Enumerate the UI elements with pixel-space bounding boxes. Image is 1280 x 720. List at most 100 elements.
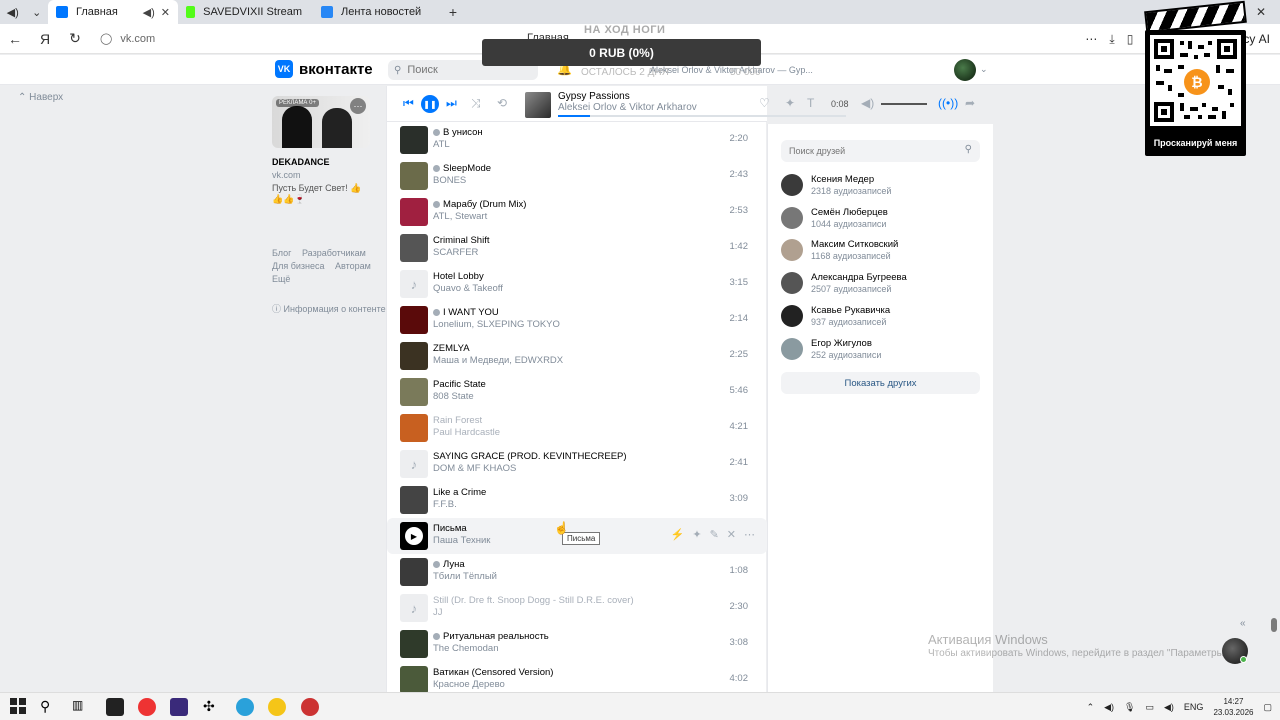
track-artist[interactable]: 808 State xyxy=(433,391,474,402)
recorder-app-icon[interactable] xyxy=(301,698,319,716)
track-row[interactable]: ♪ Hotel Lobby Quavo & Takeoff 3:15 xyxy=(387,266,767,302)
track-cover[interactable] xyxy=(400,126,428,154)
more-icon[interactable]: ⋯ xyxy=(744,528,755,541)
track-title[interactable]: Pacific State xyxy=(433,379,486,390)
task-view-icon[interactable]: ▥ xyxy=(72,698,90,716)
yandex-icon[interactable]: Я xyxy=(30,31,60,47)
friend-avatar[interactable] xyxy=(781,206,803,229)
track-play-button[interactable]: ▶ xyxy=(400,522,428,550)
footer-link-more[interactable]: Ещё xyxy=(272,274,290,284)
track-cover[interactable] xyxy=(400,486,428,514)
chevron-up-icon[interactable]: ⌃ xyxy=(1087,702,1095,713)
friend-name[interactable]: Егор Жигулов xyxy=(811,338,872,349)
track-artist[interactable]: F.F.B. xyxy=(433,499,457,510)
footer-link-developers[interactable]: Разработчикам xyxy=(302,248,366,258)
new-tab-button[interactable]: + xyxy=(443,4,463,20)
clock[interactable]: 14:27 23.03.2026 xyxy=(1213,696,1253,718)
track-title[interactable]: Луна xyxy=(433,559,465,570)
track-row[interactable]: SleepMode BONES 2:43 xyxy=(387,158,767,194)
download-icon[interactable]: ⤓ xyxy=(1109,32,1114,47)
track-artist[interactable]: Маша и Медведи, EDWXRDX xyxy=(433,355,563,366)
track-row[interactable]: ♪ Still (Dr. Dre ft. Snoop Dogg - Still D… xyxy=(387,590,767,626)
site-info-icon[interactable]: ◯ xyxy=(100,32,112,45)
volume-icon[interactable]: ◀) xyxy=(861,96,874,110)
tab-audio-controls[interactable]: ◀) ⌄ xyxy=(0,0,48,24)
track-artist[interactable]: ATL xyxy=(433,139,450,150)
footer-link-authors[interactable]: Авторам xyxy=(335,261,371,271)
friend-avatar[interactable] xyxy=(781,272,803,295)
playback-progress[interactable] xyxy=(558,115,846,117)
now-playing-artist[interactable]: Aleksei Orlov & Viktor Arkharov xyxy=(558,102,697,113)
yandex-browser-icon[interactable] xyxy=(138,698,156,716)
track-artist[interactable]: Тбили Тёплый xyxy=(433,571,497,582)
track-artist[interactable]: BONES xyxy=(433,175,466,186)
track-cover[interactable] xyxy=(400,198,428,226)
track-title[interactable]: Ватикан (Censored Version) xyxy=(433,667,553,678)
previous-track-icon[interactable]: ⏮ xyxy=(403,96,414,111)
track-row[interactable]: Ритуальная реальность The Chemodan 3:08 xyxy=(387,626,767,662)
track-artist[interactable]: SCARFER xyxy=(433,247,478,258)
fan-app-icon[interactable]: ✣ xyxy=(203,698,221,716)
track-row[interactable]: ♪ SAYING GRACE (PROD. KEVINTHECREEP) DOM &… xyxy=(387,446,767,482)
friend-name[interactable]: Александра Бугреева xyxy=(811,272,907,283)
friend-name[interactable]: Ксавье Рукавичка xyxy=(811,305,890,316)
network-icon[interactable]: ▭ xyxy=(1145,702,1154,713)
track-title[interactable]: Письма xyxy=(433,523,467,534)
track-cover[interactable] xyxy=(400,306,428,334)
close-window-icon[interactable]: ✕ xyxy=(1256,5,1266,19)
game-app-icon[interactable] xyxy=(170,698,188,716)
track-cover[interactable] xyxy=(400,666,428,694)
track-cover[interactable] xyxy=(400,234,428,262)
friend-name[interactable]: Максим Ситковский xyxy=(811,239,898,250)
track-artist[interactable]: JJ xyxy=(433,607,443,618)
speaker-icon[interactable]: ◀) xyxy=(143,6,155,19)
reload-icon[interactable]: ↻ xyxy=(60,30,90,47)
track-title[interactable]: Still (Dr. Dre ft. Snoop Dogg - Still D.… xyxy=(433,595,634,606)
share-icon[interactable]: ➦ xyxy=(965,96,975,110)
footer-link-business[interactable]: Для бизнеса xyxy=(272,261,325,271)
track-artist[interactable]: Quavo & Takeoff xyxy=(433,283,503,294)
track-row[interactable]: Criminal Shift SCARFER 1:42 xyxy=(387,230,767,266)
vk-logo[interactable]: VK вконтакте xyxy=(275,60,373,78)
track-row[interactable]: ZEMLYA Маша и Медведи, EDWXRDX 2:25 xyxy=(387,338,767,374)
scrollbar-thumb[interactable] xyxy=(1271,618,1277,632)
promo-title[interactable]: DEKADANCE xyxy=(272,157,330,167)
promo-site[interactable]: vk.com xyxy=(272,170,301,180)
track-row[interactable]: Pacific State 808 State 5:46 xyxy=(387,374,767,410)
more-options-icon[interactable]: ⋯ xyxy=(350,98,366,114)
friends-search[interactable]: ⚲ xyxy=(781,140,980,162)
track-artist[interactable]: Paul Hardcastle xyxy=(433,427,500,438)
chevron-down-icon[interactable]: ⌄ xyxy=(32,6,41,19)
next-track-icon[interactable]: ⏭ xyxy=(446,96,457,111)
repeat-icon[interactable]: ⟲ xyxy=(497,96,507,110)
friend-avatar[interactable] xyxy=(781,304,803,327)
telegram-icon[interactable] xyxy=(236,698,254,716)
music-note-icon[interactable]: ♪ xyxy=(400,270,428,298)
track-cover[interactable] xyxy=(400,162,428,190)
tab-home[interactable]: Главная ◀) ✕ xyxy=(48,0,178,24)
track-row[interactable]: В унисон ATL 2:20 xyxy=(387,122,767,158)
shuffle-icon[interactable]: ⤨ xyxy=(471,96,481,111)
windows-start-icon[interactable] xyxy=(10,698,28,716)
show-more-friends-button[interactable]: Показать других xyxy=(781,372,980,394)
vpn-app-icon[interactable] xyxy=(268,698,286,716)
friend-item[interactable]: Ксавье Рукавичка 937 аудиозаписей xyxy=(781,304,981,335)
chevron-down-icon[interactable]: ⌄ xyxy=(980,64,988,75)
friend-item[interactable]: Ксения Медер 2318 аудиозаписей xyxy=(781,174,981,204)
music-note-icon[interactable]: ♪ xyxy=(400,594,428,622)
friend-name[interactable]: Семён Люберцев xyxy=(811,207,888,218)
scroll-top-link[interactable]: ⌃ Наверх xyxy=(18,92,63,103)
track-title[interactable]: Hotel Lobby xyxy=(433,271,484,282)
friend-avatar[interactable] xyxy=(781,174,803,196)
track-title[interactable]: Ритуальная реальность xyxy=(433,631,549,642)
notifications-icon[interactable]: ▢ xyxy=(1263,702,1272,713)
volume-icon[interactable]: ◀) xyxy=(1164,702,1174,713)
edit-icon[interactable]: ✎ xyxy=(710,528,719,541)
track-title[interactable]: Criminal Shift xyxy=(433,235,490,246)
tab-news[interactable]: Лента новостей xyxy=(313,0,443,24)
track-title[interactable]: SAYING GRACE (PROD. KEVINTHECREEP) xyxy=(433,451,627,462)
track-artist[interactable]: ATL, Stewart xyxy=(433,211,487,222)
lyrics-icon[interactable]: T xyxy=(807,96,814,110)
track-row[interactable]: I WANT YOU Lonelium, SLXEPING TOKYO 2:14 xyxy=(387,302,767,338)
track-cover[interactable] xyxy=(400,342,428,370)
